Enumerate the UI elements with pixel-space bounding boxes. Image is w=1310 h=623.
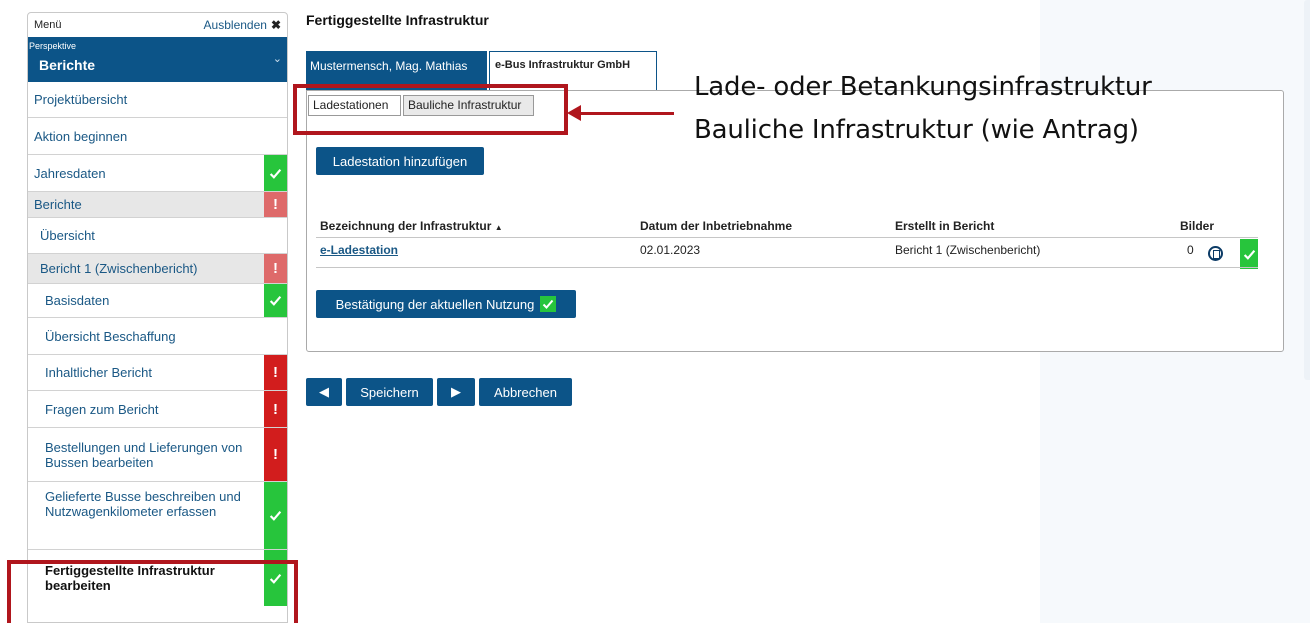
sidebar-item-fragen-zum-bericht[interactable]: Fragen zum Bericht ! [28,391,287,428]
sidebar-item-uebersicht-beschaffung[interactable]: Übersicht Beschaffung [28,318,287,355]
sidebar-item-berichte[interactable]: Berichte ! [28,192,287,218]
column-header-name[interactable]: Bezeichnung der Infrastruktur ▲ [320,219,503,233]
sidebar-item-bericht-1[interactable]: Bericht 1 (Zwischenbericht) ! [28,254,287,284]
infrastructure-link[interactable]: e-Ladestation [320,243,398,257]
sidebar-item-label: Übersicht Beschaffung [45,328,176,344]
previous-button[interactable]: ◀ [306,378,342,406]
table-header-divider [316,237,1258,238]
menu-label: Menü [34,19,62,31]
check-icon [540,296,557,312]
column-header-date[interactable]: Datum der Inbetriebnahme [640,219,792,233]
column-header-label: Bezeichnung der Infrastruktur [320,219,492,233]
arrow-left-icon: ◀ [319,384,329,399]
check-icon [264,482,287,549]
hide-menu-button[interactable]: Ausblenden ✖ [204,18,281,32]
table-row-divider [316,267,1258,268]
highlight-subtabs [293,84,568,135]
check-icon [264,284,287,317]
check-icon [264,155,287,191]
sidebar-item-label: Inhaltlicher Bericht [45,365,152,380]
sidebar-item-label: Aktion beginnen [34,128,128,144]
sidebar-item-label: Bericht 1 (Zwischenbericht) [40,261,198,276]
created-in-report: Bericht 1 (Zwischenbericht) [895,243,1041,257]
arrow-left-icon [567,105,581,121]
sidebar-item-label: Übersicht [40,228,95,243]
sidebar-item-inhaltlicher-bericht[interactable]: Inhaltlicher Bericht ! [28,355,287,391]
chevron-down-icon: ⌄ [272,53,282,65]
next-button[interactable]: ▶ [437,378,475,406]
sidebar-item-bestellungen[interactable]: Bestellungen und Lieferungen von Bussen … [28,428,287,482]
annotation-text-line1: Lade- oder Betankungsinfrastruktur [694,72,1152,102]
sidebar-item-jahresdaten[interactable]: Jahresdaten [28,155,287,192]
add-charging-station-label: Ladestation hinzufügen [332,153,468,169]
scroll-edge [1304,0,1310,380]
sidebar-item-label: Gelieferte Busse beschreiben und Nutzwag… [45,489,241,519]
sidebar-item-projektuebersicht[interactable]: Projektübersicht [28,82,287,118]
sidebar-item-label: Basisdaten [45,293,110,308]
confirm-usage-label: Bestätigung der aktuellen Nutzung [335,296,535,312]
arrow-right-icon: ▶ [451,384,461,399]
annotation-text-line2: Bauliche Infrastruktur (wie Antrag) [694,115,1139,145]
annotation-arrow [580,112,674,115]
attachment-icon[interactable] [1208,246,1223,261]
warning-icon: ! [264,355,287,390]
column-header-images[interactable]: Bilder [1180,219,1214,233]
sidebar-item-label: Projektübersicht [34,92,128,107]
sidebar-item-label: Berichte [34,197,82,212]
sidebar-item-label: Fragen zum Bericht [45,401,159,417]
sidebar-menu: Menü Ausblenden ✖ Perspektive Berichte ⌄… [27,12,288,623]
column-header-report[interactable]: Erstellt in Bericht [895,219,994,233]
save-button[interactable]: Speichern [346,378,433,406]
perspective-label: Perspektive [29,41,77,51]
sidebar-item-basisdaten[interactable]: Basisdaten [28,284,287,318]
sidebar-item-label: Bestellungen und Lieferungen von Bussen … [45,439,243,470]
sidebar-item-label: Jahresdaten [34,165,106,181]
sort-asc-icon: ▲ [494,223,503,232]
perspective-select[interactable]: Perspektive Berichte ⌄ [28,37,287,82]
commissioning-date: 02.01.2023 [640,243,701,257]
add-charging-station-button[interactable]: Ladestation hinzufügen [316,147,484,175]
page-title: Fertiggestellte Infrastruktur [306,12,489,28]
perspective-value: Berichte [39,57,96,73]
sidebar-item-gelieferte-busse[interactable]: Gelieferte Busse beschreiben und Nutzwag… [28,482,287,550]
warning-icon: ! [264,428,287,481]
confirm-usage-button[interactable]: Bestätigung der aktuellen Nutzung [316,290,576,318]
warning-icon: ! [264,192,287,217]
sidebar-item-aktion-beginnen[interactable]: Aktion beginnen [28,118,287,155]
save-label: Speichern [360,384,419,400]
image-count: 0 [1187,243,1194,257]
warning-icon: ! [264,391,287,427]
check-icon [1240,239,1258,269]
menu-header: Menü Ausblenden ✖ [28,13,287,37]
close-icon: ✖ [270,18,281,32]
cancel-label: Abbrechen [494,384,557,400]
cancel-button[interactable]: Abbrechen [479,378,572,406]
highlight-active-menu-item [7,560,298,623]
hide-menu-label: Ausblenden [203,18,267,32]
warning-icon: ! [264,254,287,283]
sidebar-item-uebersicht[interactable]: Übersicht [28,218,287,254]
